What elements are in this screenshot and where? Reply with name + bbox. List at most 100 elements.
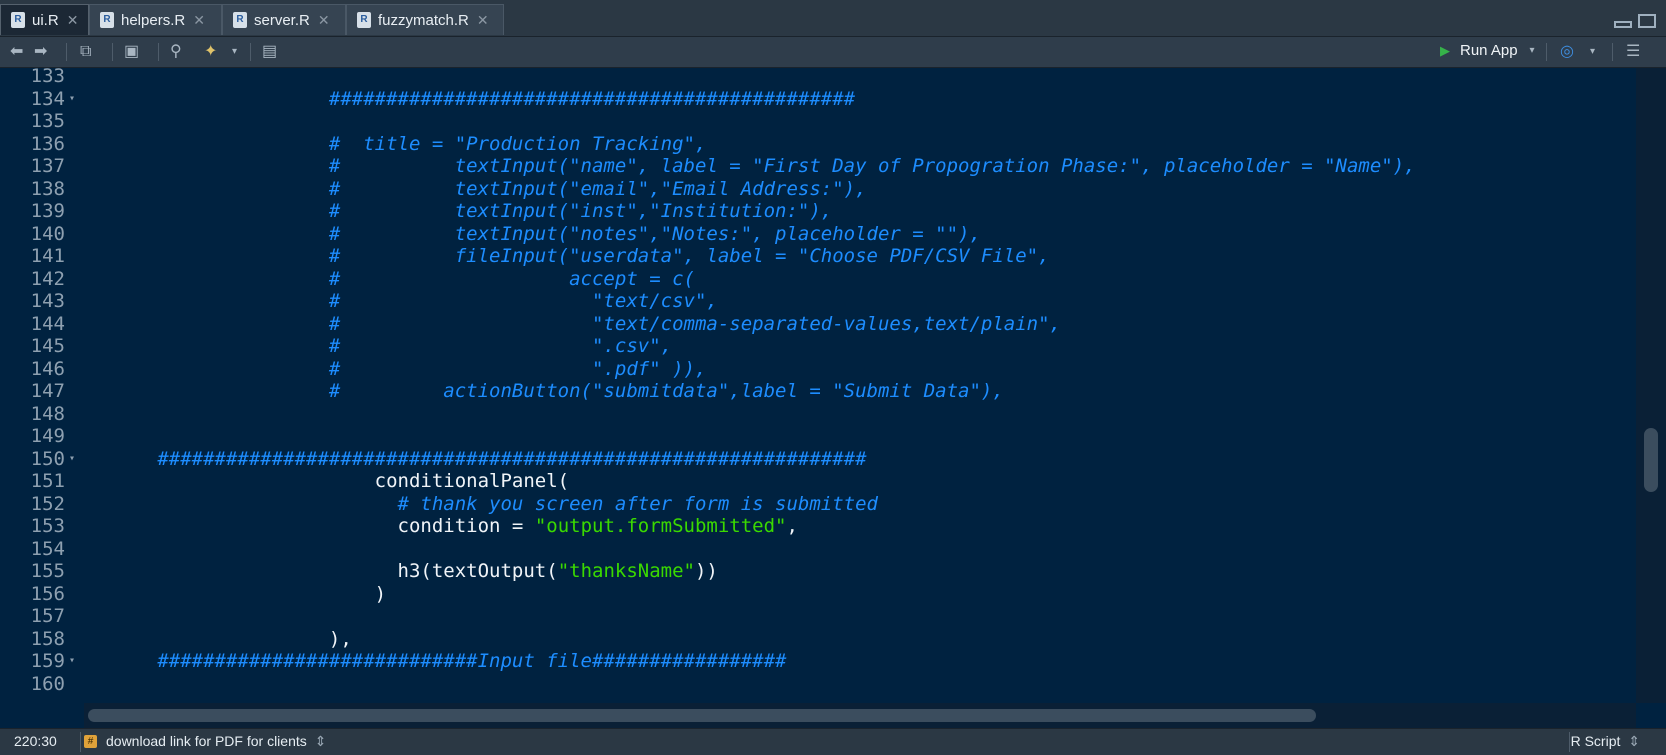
code-line[interactable]: 159 ▾ ############################Input f… xyxy=(0,649,1630,673)
horizontal-scrollbar-thumb[interactable] xyxy=(88,709,1316,722)
code-comment: # textInput("inst","Institution:"), xyxy=(123,200,833,222)
code-line[interactable]: 139 # textInput("inst","Institution:"), xyxy=(0,199,1630,223)
code-text: ########################################… xyxy=(123,87,855,111)
file-type-selector[interactable]: R Script ⇕ xyxy=(1571,733,1640,750)
code-text: h3(textOutput("thanksName")) xyxy=(123,559,718,583)
code-text: condition = "output.formSubmitted", xyxy=(123,514,798,538)
code-line[interactable]: 160 xyxy=(0,672,1630,696)
code-line[interactable]: 142 # accept = c( xyxy=(0,267,1630,291)
code-line[interactable]: 133 xyxy=(0,68,1630,88)
code-line[interactable]: 135 xyxy=(0,109,1630,133)
code-line[interactable]: 137 # textInput("name", label = "First D… xyxy=(0,154,1630,178)
code-comment: ########################################… xyxy=(123,447,867,470)
code-line[interactable]: 141 # fileInput("userdata", label = "Cho… xyxy=(0,244,1630,268)
show-in-window-icon[interactable]: ⧉ xyxy=(80,43,91,61)
line-number: 159 xyxy=(30,650,65,672)
chevron-down-icon[interactable]: ▾ xyxy=(1530,45,1535,56)
code-line[interactable]: 136 # title = "Production Tracking", xyxy=(0,132,1630,156)
code-line[interactable]: 144 # "text/comma-separated-values,text/… xyxy=(0,312,1630,336)
close-icon[interactable]: ✕ xyxy=(67,12,79,29)
pane-window-buttons xyxy=(1614,14,1656,28)
code-line[interactable]: 154 xyxy=(0,537,1630,561)
r-file-icon: R xyxy=(233,12,247,28)
code-line[interactable]: 152 # thank you screen after form is sub… xyxy=(0,492,1630,516)
fold-arrow-icon[interactable]: ▾ xyxy=(69,87,75,111)
code-line[interactable]: 140 # textInput("notes","Notes:", placeh… xyxy=(0,222,1630,246)
line-number: 151 xyxy=(30,470,65,492)
horizontal-scrollbar[interactable] xyxy=(84,703,1636,728)
line-number: 158 xyxy=(30,627,65,650)
code-line[interactable]: 157 xyxy=(0,604,1630,628)
tab-label: ui.R xyxy=(32,11,59,29)
maximize-pane-icon[interactable] xyxy=(1638,14,1656,28)
code-token: , xyxy=(786,515,798,537)
code-text: # ".pdf" )), xyxy=(123,357,707,381)
line-number: 140 xyxy=(30,222,65,245)
code-string: "thanksName" xyxy=(557,560,695,582)
r-file-icon: R xyxy=(11,12,25,28)
line-number: 135 xyxy=(30,110,65,132)
search-icon[interactable]: ⚲ xyxy=(170,43,182,61)
close-icon[interactable]: ✕ xyxy=(477,12,489,29)
fold-arrow-icon[interactable]: ▾ xyxy=(69,649,75,673)
tab-server-r[interactable]: R server.R ✕ xyxy=(222,4,346,35)
code-line[interactable]: 146 # ".pdf" )), xyxy=(0,357,1630,381)
code-line[interactable]: 145 # ".csv", xyxy=(0,334,1630,358)
code-text: # textInput("email","Email Address:"), xyxy=(123,177,867,201)
compile-report-icon[interactable]: ▤ xyxy=(262,43,277,61)
code-line[interactable]: 155 h3(textOutput("thanksName")) xyxy=(0,559,1630,583)
fold-arrow-icon[interactable]: ▾ xyxy=(69,447,75,471)
close-icon[interactable]: ✕ xyxy=(318,12,330,29)
tab-label: server.R xyxy=(254,11,310,29)
code-text: # actionButton("submitdata",label = "Sub… xyxy=(123,379,1004,403)
code-text: # textInput("inst","Institution:"), xyxy=(123,199,832,223)
line-number: 153 xyxy=(30,515,65,537)
line-number: 152 xyxy=(30,492,65,515)
code-text: conditionalPanel( xyxy=(123,469,569,493)
code-line[interactable]: 138 # textInput("email","Email Address:"… xyxy=(0,177,1630,201)
save-icon[interactable]: ▣ xyxy=(124,43,139,61)
status-divider xyxy=(80,732,81,752)
code-line[interactable]: 158 ), xyxy=(0,627,1630,651)
outline-icon[interactable]: ☰ xyxy=(1626,43,1640,61)
chevron-down-icon[interactable]: ▾ xyxy=(232,43,237,61)
run-app-button[interactable]: ▶ Run App ▾ xyxy=(1440,42,1535,59)
code-line[interactable]: 147 # actionButton("submitdata",label = … xyxy=(0,379,1630,403)
code-editor[interactable]: 133 134 ▾ ################################… xyxy=(0,68,1666,728)
code-line[interactable]: 150 ▾ ###################################… xyxy=(0,447,1630,471)
code-text: # fileInput("userdata", label = "Choose … xyxy=(123,244,1050,268)
toolbar-divider xyxy=(1612,43,1613,61)
code-line[interactable]: 148 xyxy=(0,402,1630,426)
code-token: )) xyxy=(694,560,718,582)
back-arrow-icon[interactable]: ⬅ xyxy=(10,43,23,61)
code-line[interactable]: 151 conditionalPanel( xyxy=(0,469,1630,493)
line-number: 150 xyxy=(30,447,65,470)
chevron-down-icon[interactable]: ▾ xyxy=(1590,43,1595,61)
vertical-scrollbar-thumb[interactable] xyxy=(1644,428,1658,492)
tab-helpers-r[interactable]: R helpers.R ✕ xyxy=(89,4,222,35)
code-comment: # fileInput("userdata", label = "Choose … xyxy=(123,245,1050,267)
minimize-pane-icon[interactable] xyxy=(1614,21,1632,28)
code-line[interactable]: 149 xyxy=(0,424,1630,448)
magic-wand-icon[interactable]: ✦ xyxy=(204,43,217,61)
code-line[interactable]: 143 # "text/csv", xyxy=(0,289,1630,313)
publish-icon[interactable]: ◎ xyxy=(1560,43,1574,61)
file-type-label: R Script xyxy=(1570,733,1621,749)
forward-arrow-icon[interactable]: ➡ xyxy=(34,43,47,61)
code-text: ) xyxy=(123,582,386,606)
tab-fuzzymatch-r[interactable]: R fuzzymatch.R ✕ xyxy=(346,4,504,35)
section-navigator[interactable]: download link for PDF for clients ⇕ xyxy=(106,733,326,750)
vertical-scrollbar[interactable] xyxy=(1636,68,1666,703)
code-comment: # ".pdf" )), xyxy=(123,357,707,380)
code-line[interactable]: 156 ) xyxy=(0,582,1630,606)
code-line[interactable]: 153 condition = "output.formSubmitted", xyxy=(0,514,1630,538)
code-comment: ########################################… xyxy=(123,87,856,110)
line-number: 157 xyxy=(30,605,65,627)
line-number: 136 xyxy=(30,132,65,155)
line-number: 146 xyxy=(30,357,65,380)
code-line[interactable]: 134 ▾ ###################################… xyxy=(0,87,1630,111)
line-number: 156 xyxy=(30,582,65,605)
code-comment: # actionButton("submitdata",label = "Sub… xyxy=(123,380,1004,402)
close-icon[interactable]: ✕ xyxy=(193,12,205,29)
tab-ui-r[interactable]: R ui.R ✕ xyxy=(0,4,89,35)
